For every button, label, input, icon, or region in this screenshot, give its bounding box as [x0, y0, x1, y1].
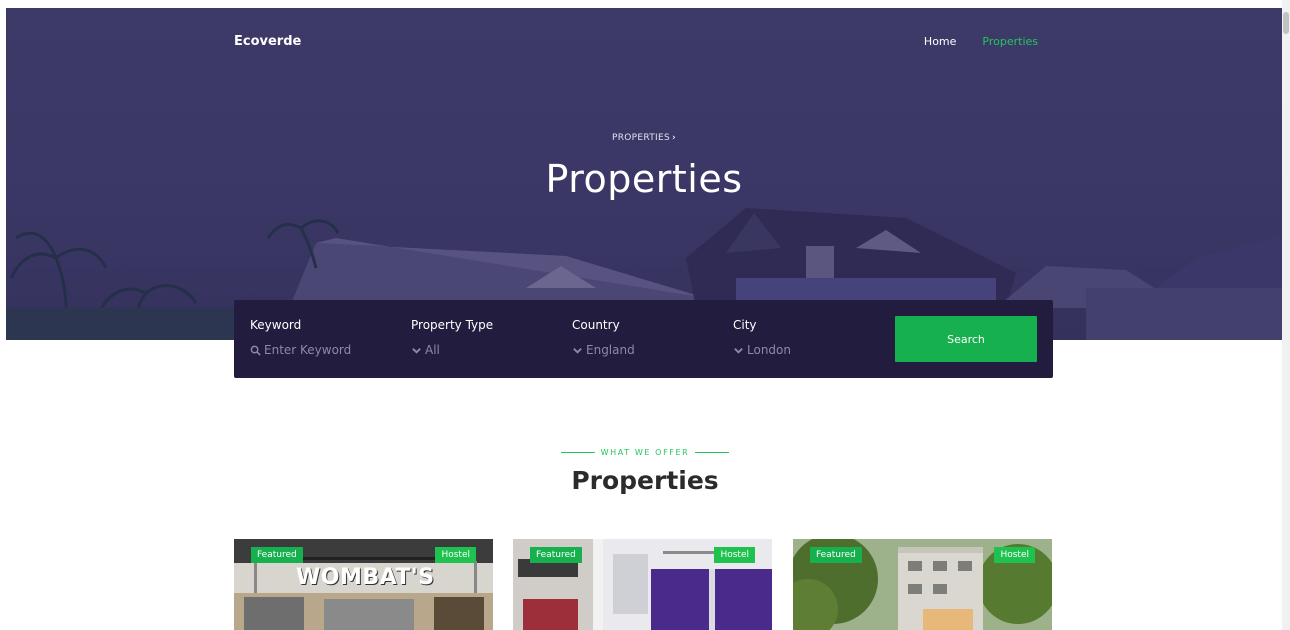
featured-badge: Featured: [530, 547, 582, 563]
eyebrow-line-left: [560, 452, 595, 453]
country-value: England: [586, 343, 635, 357]
property-type-value: All: [425, 343, 440, 357]
property-type-badge: Hostel: [435, 547, 476, 563]
country-label: Country: [572, 318, 620, 332]
property-type-label: Property Type: [411, 318, 494, 332]
breadcrumb-item-properties[interactable]: PROPERTIES: [612, 133, 670, 143]
city-label: City: [733, 318, 757, 332]
brand-logo[interactable]: Ecoverde: [234, 34, 301, 49]
search-button[interactable]: Search: [895, 316, 1037, 362]
property-type-value-row[interactable]: All: [411, 343, 493, 357]
eyebrow-line-right: [695, 452, 730, 453]
keyword-field[interactable]: Keyword Enter Keyword: [250, 318, 351, 357]
keyword-label: Keyword: [250, 318, 302, 332]
card-sign-text: WOMBAT'S: [296, 565, 435, 590]
hero-banner: Ecoverde Home Properties PROPERTIES › Pro…: [6, 8, 1282, 340]
search-panel: Keyword Enter Keyword Property Type All …: [234, 300, 1053, 378]
search-icon: [250, 345, 261, 356]
featured-badge: Featured: [810, 547, 862, 563]
city-value: London: [747, 343, 791, 357]
main-nav: Home Properties: [924, 35, 1038, 48]
featured-badge: Featured: [251, 547, 303, 563]
property-card[interactable]: Featured Hostel: [513, 539, 772, 630]
scrollbar-thumb[interactable]: [1283, 12, 1289, 34]
keyword-placeholder: Enter Keyword: [264, 343, 352, 357]
page-title: Properties: [545, 157, 743, 201]
nav-link-home[interactable]: Home: [924, 35, 956, 48]
nav-link-properties[interactable]: Properties: [982, 35, 1038, 48]
country-select[interactable]: Country England: [572, 318, 635, 357]
property-type-badge: Hostel: [714, 547, 755, 563]
section-title: Properties: [571, 466, 719, 495]
city-value-row[interactable]: London: [733, 343, 791, 357]
chevron-down-icon: [412, 347, 421, 354]
property-type-select[interactable]: Property Type All: [411, 318, 493, 357]
section-eyebrow: WHAT WE OFFER: [0, 448, 1290, 457]
chevron-down-icon: [573, 347, 582, 354]
chevron-right-icon: ›: [672, 133, 677, 143]
page-scrollbar[interactable]: [1282, 0, 1290, 630]
country-value-row[interactable]: England: [572, 343, 635, 357]
property-type-badge: Hostel: [994, 547, 1035, 563]
breadcrumb: PROPERTIES ›: [6, 133, 1282, 143]
property-card[interactable]: Featured Hostel: [793, 539, 1052, 630]
property-card[interactable]: WOMBAT'S Featured Hostel: [234, 539, 493, 630]
chevron-down-icon: [734, 347, 743, 354]
eyebrow-text: WHAT WE OFFER: [600, 448, 690, 457]
city-select[interactable]: City London: [733, 318, 791, 357]
keyword-input[interactable]: Enter Keyword: [250, 343, 351, 357]
